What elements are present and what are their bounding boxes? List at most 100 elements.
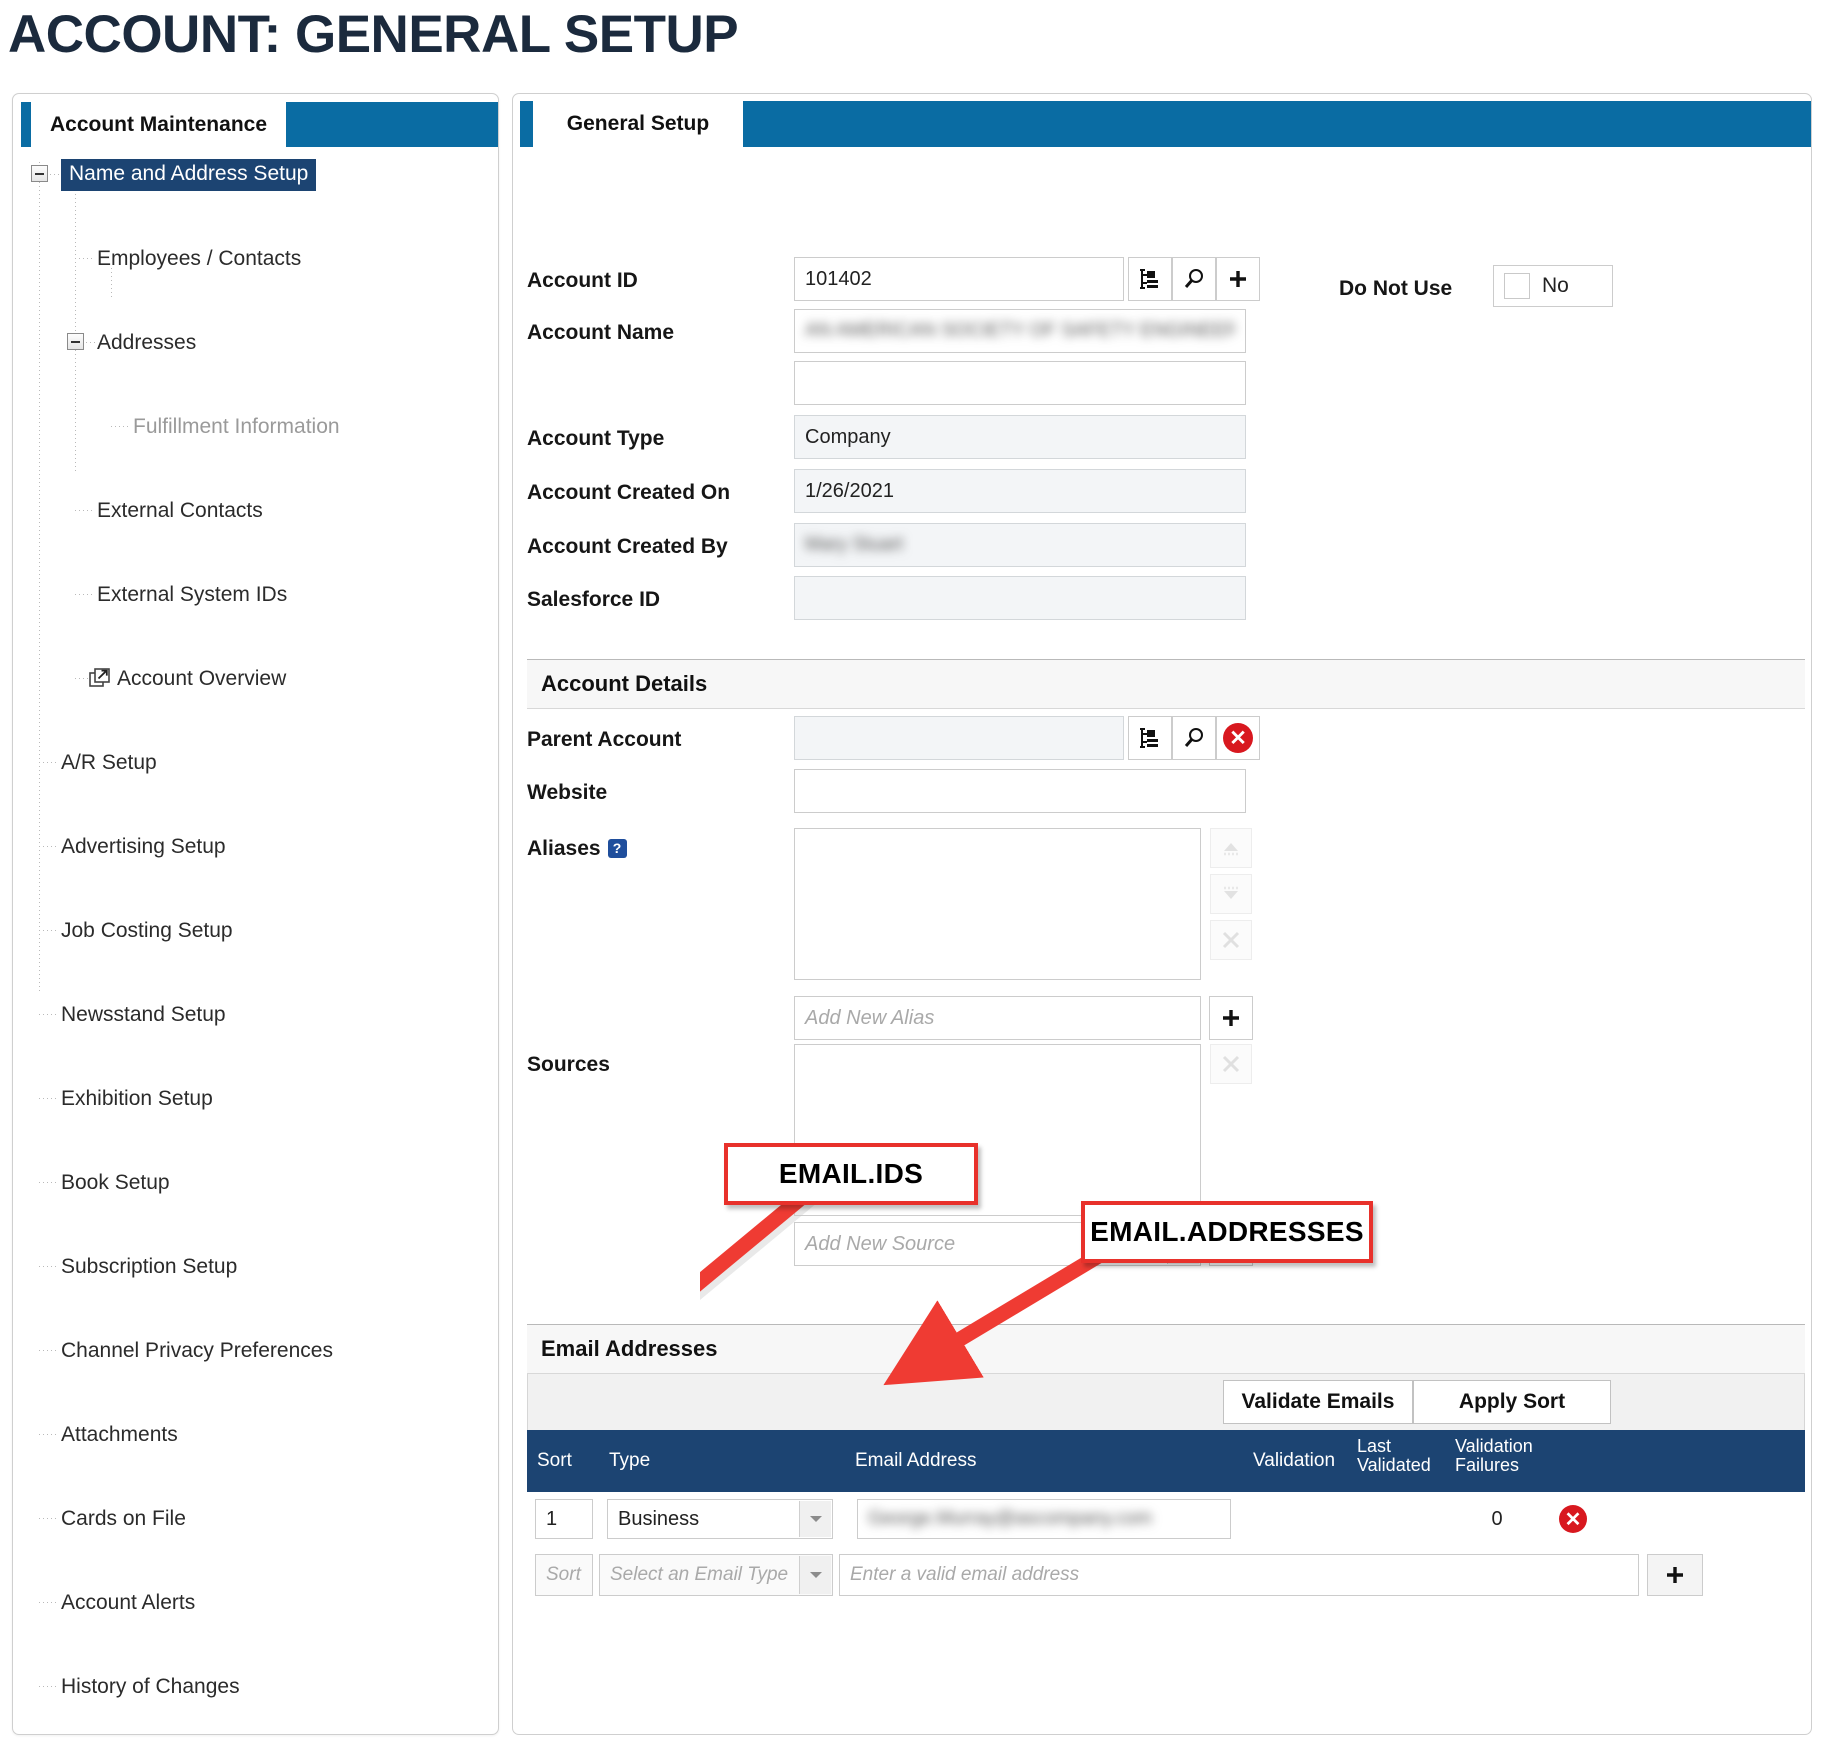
account-id-tree-lookup-button[interactable]: [1128, 257, 1172, 301]
website-input[interactable]: [794, 769, 1246, 813]
column-header-email-address[interactable]: Email Address: [845, 1430, 1243, 1492]
tree-connector: [39, 1182, 59, 1183]
validate-emails-button[interactable]: Validate Emails: [1223, 1380, 1413, 1424]
tree-expander-minus-icon[interactable]: [31, 165, 48, 182]
sidebar-item-label: Fulfillment Information: [133, 414, 340, 438]
parent-account-search-button[interactable]: [1172, 716, 1216, 760]
do-not-use-checkbox[interactable]: [1504, 273, 1530, 299]
chevron-down-icon[interactable]: [799, 1556, 831, 1594]
apply-sort-button[interactable]: Apply Sort: [1413, 1380, 1611, 1424]
new-row-add-button[interactable]: [1647, 1554, 1703, 1596]
sidebar-item-account-overview[interactable]: Account Overview: [13, 656, 498, 701]
tree-connector: [39, 1266, 59, 1267]
sidebar-item-attachments[interactable]: Attachments: [13, 1412, 498, 1457]
sidebar-item-label: History of Changes: [61, 1674, 240, 1698]
screen-root: ACCOUNT: GENERAL SETUP Account Maintenan…: [0, 0, 1823, 1762]
sidebar-item-employees-contacts[interactable]: Employees / Contacts: [13, 236, 498, 281]
source-delete-button[interactable]: [1210, 1044, 1252, 1084]
row-email-input[interactable]: George.Murray@ascompany.com: [857, 1499, 1231, 1539]
tree-connector: [50, 174, 62, 175]
parent-account-input[interactable]: [794, 716, 1124, 760]
help-icon[interactable]: ?: [607, 839, 627, 858]
tree-connector: [39, 762, 59, 763]
row-last-validated-value: [1347, 1499, 1445, 1539]
tree-connector: [111, 426, 131, 427]
sidebar-item-label: Book Setup: [61, 1170, 170, 1194]
sidebar-item-label: Account Overview: [117, 666, 287, 690]
sidebar-item-external-system-ids[interactable]: External System IDs: [13, 572, 498, 617]
tree-connector: [39, 846, 59, 847]
sources-label: Sources: [527, 1053, 610, 1076]
sidebar-item-label: Subscription Setup: [61, 1254, 238, 1278]
column-header-validation-failures[interactable]: Validation Failures: [1445, 1430, 1549, 1492]
tree-connector: [39, 1014, 59, 1015]
sidebar-item-addresses[interactable]: Addresses: [13, 320, 498, 365]
column-header-type[interactable]: Type: [599, 1430, 845, 1492]
sidebar-header-title: Account Maintenance: [31, 102, 286, 147]
sidebar-item-label: Cards on File: [61, 1506, 186, 1530]
sidebar-item-external-contacts[interactable]: External Contacts: [13, 488, 498, 533]
alias-move-down-button[interactable]: [1210, 874, 1252, 914]
sidebar-item-label: External Contacts: [97, 498, 263, 522]
salesforce-id-value: [794, 576, 1246, 620]
sidebar-item-history-of-changes[interactable]: History of Changes: [13, 1664, 498, 1709]
add-new-alias-input[interactable]: Add New Alias: [794, 996, 1201, 1040]
alias-delete-button[interactable]: [1210, 920, 1252, 960]
column-header-last-validated[interactable]: Last Validated: [1347, 1430, 1445, 1492]
close-icon: [1222, 1055, 1240, 1073]
account-name-value: AN AMERICAN SOCIETY OF SAFETY ENGINEERS: [805, 320, 1235, 341]
parent-account-clear-button[interactable]: ✕: [1216, 716, 1260, 760]
tree-connector: [39, 1686, 59, 1687]
general-setup-panel: General Setup Account ID 101402 Do Not U…: [512, 93, 1812, 1735]
arrow-up-icon: [1224, 843, 1238, 856]
add-new-alias-placeholder: Add New Alias: [805, 1006, 935, 1029]
sidebar-item-ar-setup[interactable]: A/R Setup: [13, 740, 498, 785]
chevron-down-icon[interactable]: [799, 1501, 831, 1537]
column-header-sort[interactable]: Sort: [527, 1430, 599, 1492]
tree-connector: [39, 1098, 59, 1099]
row-sort-input[interactable]: 1: [535, 1499, 593, 1539]
aliases-listbox[interactable]: [794, 828, 1201, 980]
tab-general-setup[interactable]: General Setup: [533, 101, 743, 147]
sidebar-item-label: Name and Address Setup: [61, 158, 317, 191]
tree-connector: [39, 1350, 59, 1351]
new-row-sort-input[interactable]: Sort: [535, 1554, 593, 1596]
sidebar-item-fulfillment-information[interactable]: Fulfillment Information: [13, 404, 498, 449]
plus-icon: [1223, 1010, 1239, 1026]
row-validation-failures-value: 0: [1491, 1507, 1503, 1530]
aliases-label-text: Aliases: [527, 837, 601, 860]
tree-expander-minus-icon[interactable]: [67, 333, 84, 350]
alias-move-up-button[interactable]: [1210, 828, 1252, 868]
account-id-search-button[interactable]: [1172, 257, 1216, 301]
row-validation-value: [1243, 1499, 1347, 1539]
new-row-type-select[interactable]: Select an Email Type: [599, 1554, 833, 1596]
sidebar-item-label: External System IDs: [97, 582, 288, 606]
column-header-validation[interactable]: Validation: [1243, 1430, 1347, 1492]
account-name-line2-input[interactable]: [794, 361, 1246, 405]
row-delete-button[interactable]: ✕: [1559, 1505, 1587, 1533]
sidebar-item-name-and-address-setup[interactable]: Name and Address Setup: [13, 152, 498, 197]
parent-account-tree-lookup-button[interactable]: [1128, 716, 1172, 760]
sidebar-item-book-setup[interactable]: Book Setup: [13, 1160, 498, 1205]
row-type-select[interactable]: Business: [607, 1499, 833, 1539]
sidebar-item-exhibition-setup[interactable]: Exhibition Setup: [13, 1076, 498, 1121]
sidebar-item-advertising-setup[interactable]: Advertising Setup: [13, 824, 498, 869]
sidebar-item-label: Exhibition Setup: [61, 1086, 213, 1110]
arrow-down-icon: [1224, 886, 1238, 899]
email-addresses-section-header: Email Addresses: [527, 1324, 1805, 1374]
sidebar-item-newsstand-setup[interactable]: Newsstand Setup: [13, 992, 498, 1037]
account-id-input[interactable]: 101402: [794, 257, 1124, 301]
new-row-email-input[interactable]: Enter a valid email address: [839, 1554, 1639, 1596]
account-name-input[interactable]: AN AMERICAN SOCIETY OF SAFETY ENGINEERS: [794, 309, 1246, 353]
tree-connector: [75, 258, 95, 259]
sidebar-item-subscription-setup[interactable]: Subscription Setup: [13, 1244, 498, 1289]
sidebar-item-job-costing-setup[interactable]: Job Costing Setup: [13, 908, 498, 953]
do-not-use-toggle[interactable]: No: [1493, 265, 1613, 307]
sidebar-item-account-alerts[interactable]: Account Alerts: [13, 1580, 498, 1625]
sidebar-item-channel-privacy-preferences[interactable]: Channel Privacy Preferences: [13, 1328, 498, 1373]
account-id-add-button[interactable]: [1216, 257, 1260, 301]
add-alias-button[interactable]: [1209, 996, 1253, 1040]
tree-connector: [75, 594, 95, 595]
sidebar-item-cards-on-file[interactable]: Cards on File: [13, 1496, 498, 1541]
new-row-sort-placeholder: Sort: [546, 1564, 581, 1585]
